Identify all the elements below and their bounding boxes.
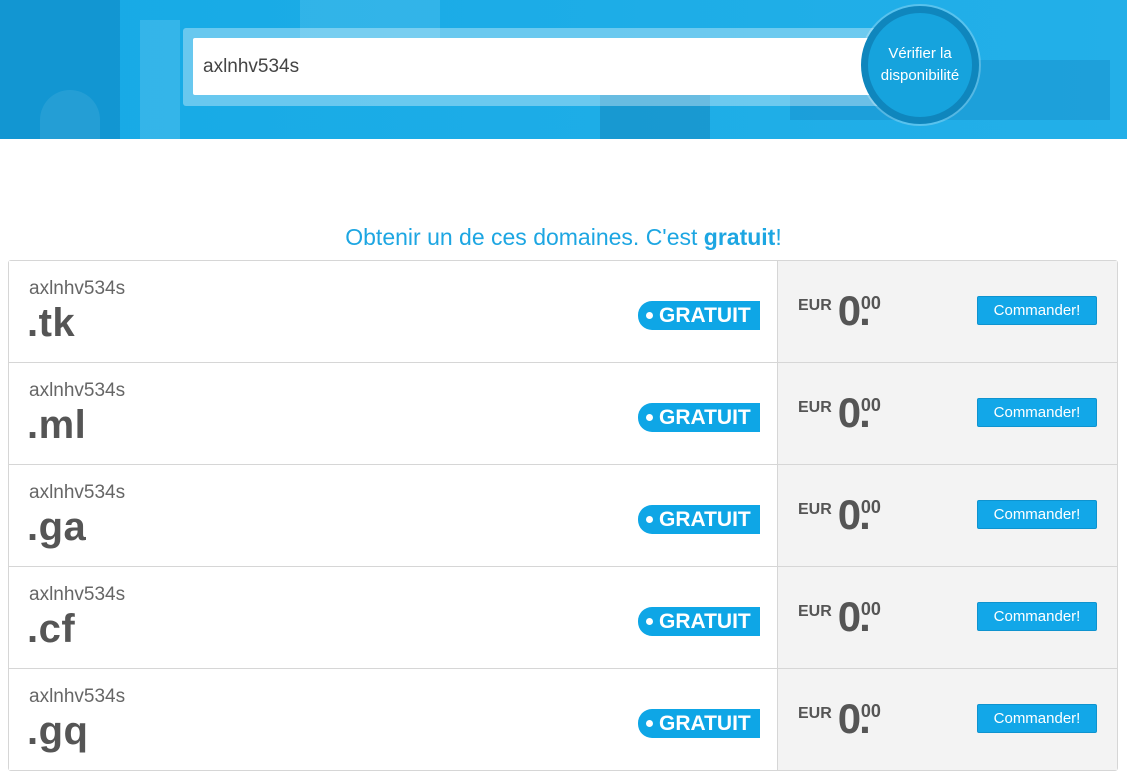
headline-suffix: ! bbox=[775, 224, 782, 250]
header-banner: Vérifier la disponibilité bbox=[0, 0, 1127, 139]
table-row: axlnhv534s .ml GRATUIT EUR 0 . 00 Comman… bbox=[9, 363, 1117, 465]
price: EUR 0 . 00 bbox=[798, 289, 881, 333]
price: EUR 0 . 00 bbox=[798, 493, 881, 537]
price-currency: EUR bbox=[798, 705, 832, 722]
price-cell: EUR 0 . 00 Commander! bbox=[778, 567, 1117, 668]
price-integer: 0 bbox=[837, 695, 862, 742]
price-decimal: 00 bbox=[860, 395, 881, 415]
bullet-icon bbox=[646, 516, 653, 523]
badge-label: GRATUIT bbox=[659, 406, 751, 429]
check-availability-button[interactable]: Vérifier la disponibilité bbox=[861, 6, 979, 124]
price-integer: 0 bbox=[837, 593, 862, 640]
order-button[interactable]: Commander! bbox=[977, 398, 1097, 427]
domain-extension: .gq bbox=[27, 709, 89, 753]
price-cell: EUR 0 . 00 Commander! bbox=[778, 363, 1117, 464]
domain-cell: axlnhv534s .gq GRATUIT bbox=[9, 669, 778, 770]
price-cell: EUR 0 . 00 Commander! bbox=[778, 261, 1117, 362]
free-domains-headline: Obtenir un de ces domaines. C'est gratui… bbox=[0, 224, 1127, 251]
table-row: axlnhv534s .tk GRATUIT EUR 0 . 00 Comman… bbox=[9, 261, 1117, 363]
badge-label: GRATUIT bbox=[659, 508, 751, 531]
domain-cell: axlnhv534s .tk GRATUIT bbox=[9, 261, 778, 362]
free-badge: GRATUIT bbox=[638, 607, 760, 636]
domain-name: axlnhv534s bbox=[29, 686, 126, 707]
domain-extension: .ga bbox=[27, 505, 87, 549]
search-box bbox=[183, 28, 893, 106]
price-cell: EUR 0 . 00 Commander! bbox=[778, 465, 1117, 566]
badge-label: GRATUIT bbox=[659, 712, 751, 735]
order-button[interactable]: Commander! bbox=[977, 500, 1097, 529]
order-button[interactable]: Commander! bbox=[977, 704, 1097, 733]
bullet-icon bbox=[646, 414, 653, 421]
domain-results-table: axlnhv534s .tk GRATUIT EUR 0 . 00 Comman… bbox=[8, 260, 1118, 771]
table-row: axlnhv534s .gq GRATUIT EUR 0 . 00 Comman… bbox=[9, 669, 1117, 770]
badge-label: GRATUIT bbox=[659, 304, 751, 327]
free-badge: GRATUIT bbox=[638, 505, 760, 534]
price-decimal: 00 bbox=[860, 701, 881, 721]
price-decimal: 00 bbox=[860, 497, 881, 517]
price: EUR 0 . 00 bbox=[798, 697, 881, 741]
domain-name: axlnhv534s bbox=[29, 482, 126, 503]
domain-cell: axlnhv534s .cf GRATUIT bbox=[9, 567, 778, 668]
domain-name: axlnhv534s bbox=[29, 584, 126, 605]
bullet-icon bbox=[646, 312, 653, 319]
price-currency: EUR bbox=[798, 297, 832, 314]
order-button[interactable]: Commander! bbox=[977, 296, 1097, 325]
domain-search-input[interactable] bbox=[193, 38, 893, 95]
price-decimal: 00 bbox=[860, 293, 881, 313]
price-integer: 0 bbox=[837, 491, 862, 538]
badge-label: GRATUIT bbox=[659, 610, 751, 633]
price-integer: 0 bbox=[837, 389, 862, 436]
price-currency: EUR bbox=[798, 603, 832, 620]
domain-cell: axlnhv534s .ml GRATUIT bbox=[9, 363, 778, 464]
headline-emphasis: gratuit bbox=[703, 224, 776, 250]
price-decimal: 00 bbox=[860, 599, 881, 619]
price-cell: EUR 0 . 00 Commander! bbox=[778, 669, 1117, 770]
table-row: axlnhv534s .ga GRATUIT EUR 0 . 00 Comman… bbox=[9, 465, 1117, 567]
domain-cell: axlnhv534s .ga GRATUIT bbox=[9, 465, 778, 566]
domain-name: axlnhv534s bbox=[29, 380, 126, 401]
banner-background-shape bbox=[140, 20, 180, 139]
headline-text: Obtenir un de ces domaines. C'est bbox=[345, 224, 704, 250]
bullet-icon bbox=[646, 618, 653, 625]
bullet-icon bbox=[646, 720, 653, 727]
price-currency: EUR bbox=[798, 399, 832, 416]
free-badge: GRATUIT bbox=[638, 301, 760, 330]
table-row: axlnhv534s .cf GRATUIT EUR 0 . 00 Comman… bbox=[9, 567, 1117, 669]
domain-extension: .tk bbox=[27, 301, 76, 345]
price-currency: EUR bbox=[798, 501, 832, 518]
domain-name: axlnhv534s bbox=[29, 278, 126, 299]
order-button[interactable]: Commander! bbox=[977, 602, 1097, 631]
free-badge: GRATUIT bbox=[638, 403, 760, 432]
price: EUR 0 . 00 bbox=[798, 595, 881, 639]
free-badge: GRATUIT bbox=[638, 709, 760, 738]
domain-extension: .cf bbox=[27, 607, 76, 651]
price: EUR 0 . 00 bbox=[798, 391, 881, 435]
domain-extension: .ml bbox=[27, 403, 87, 447]
price-integer: 0 bbox=[837, 287, 862, 334]
